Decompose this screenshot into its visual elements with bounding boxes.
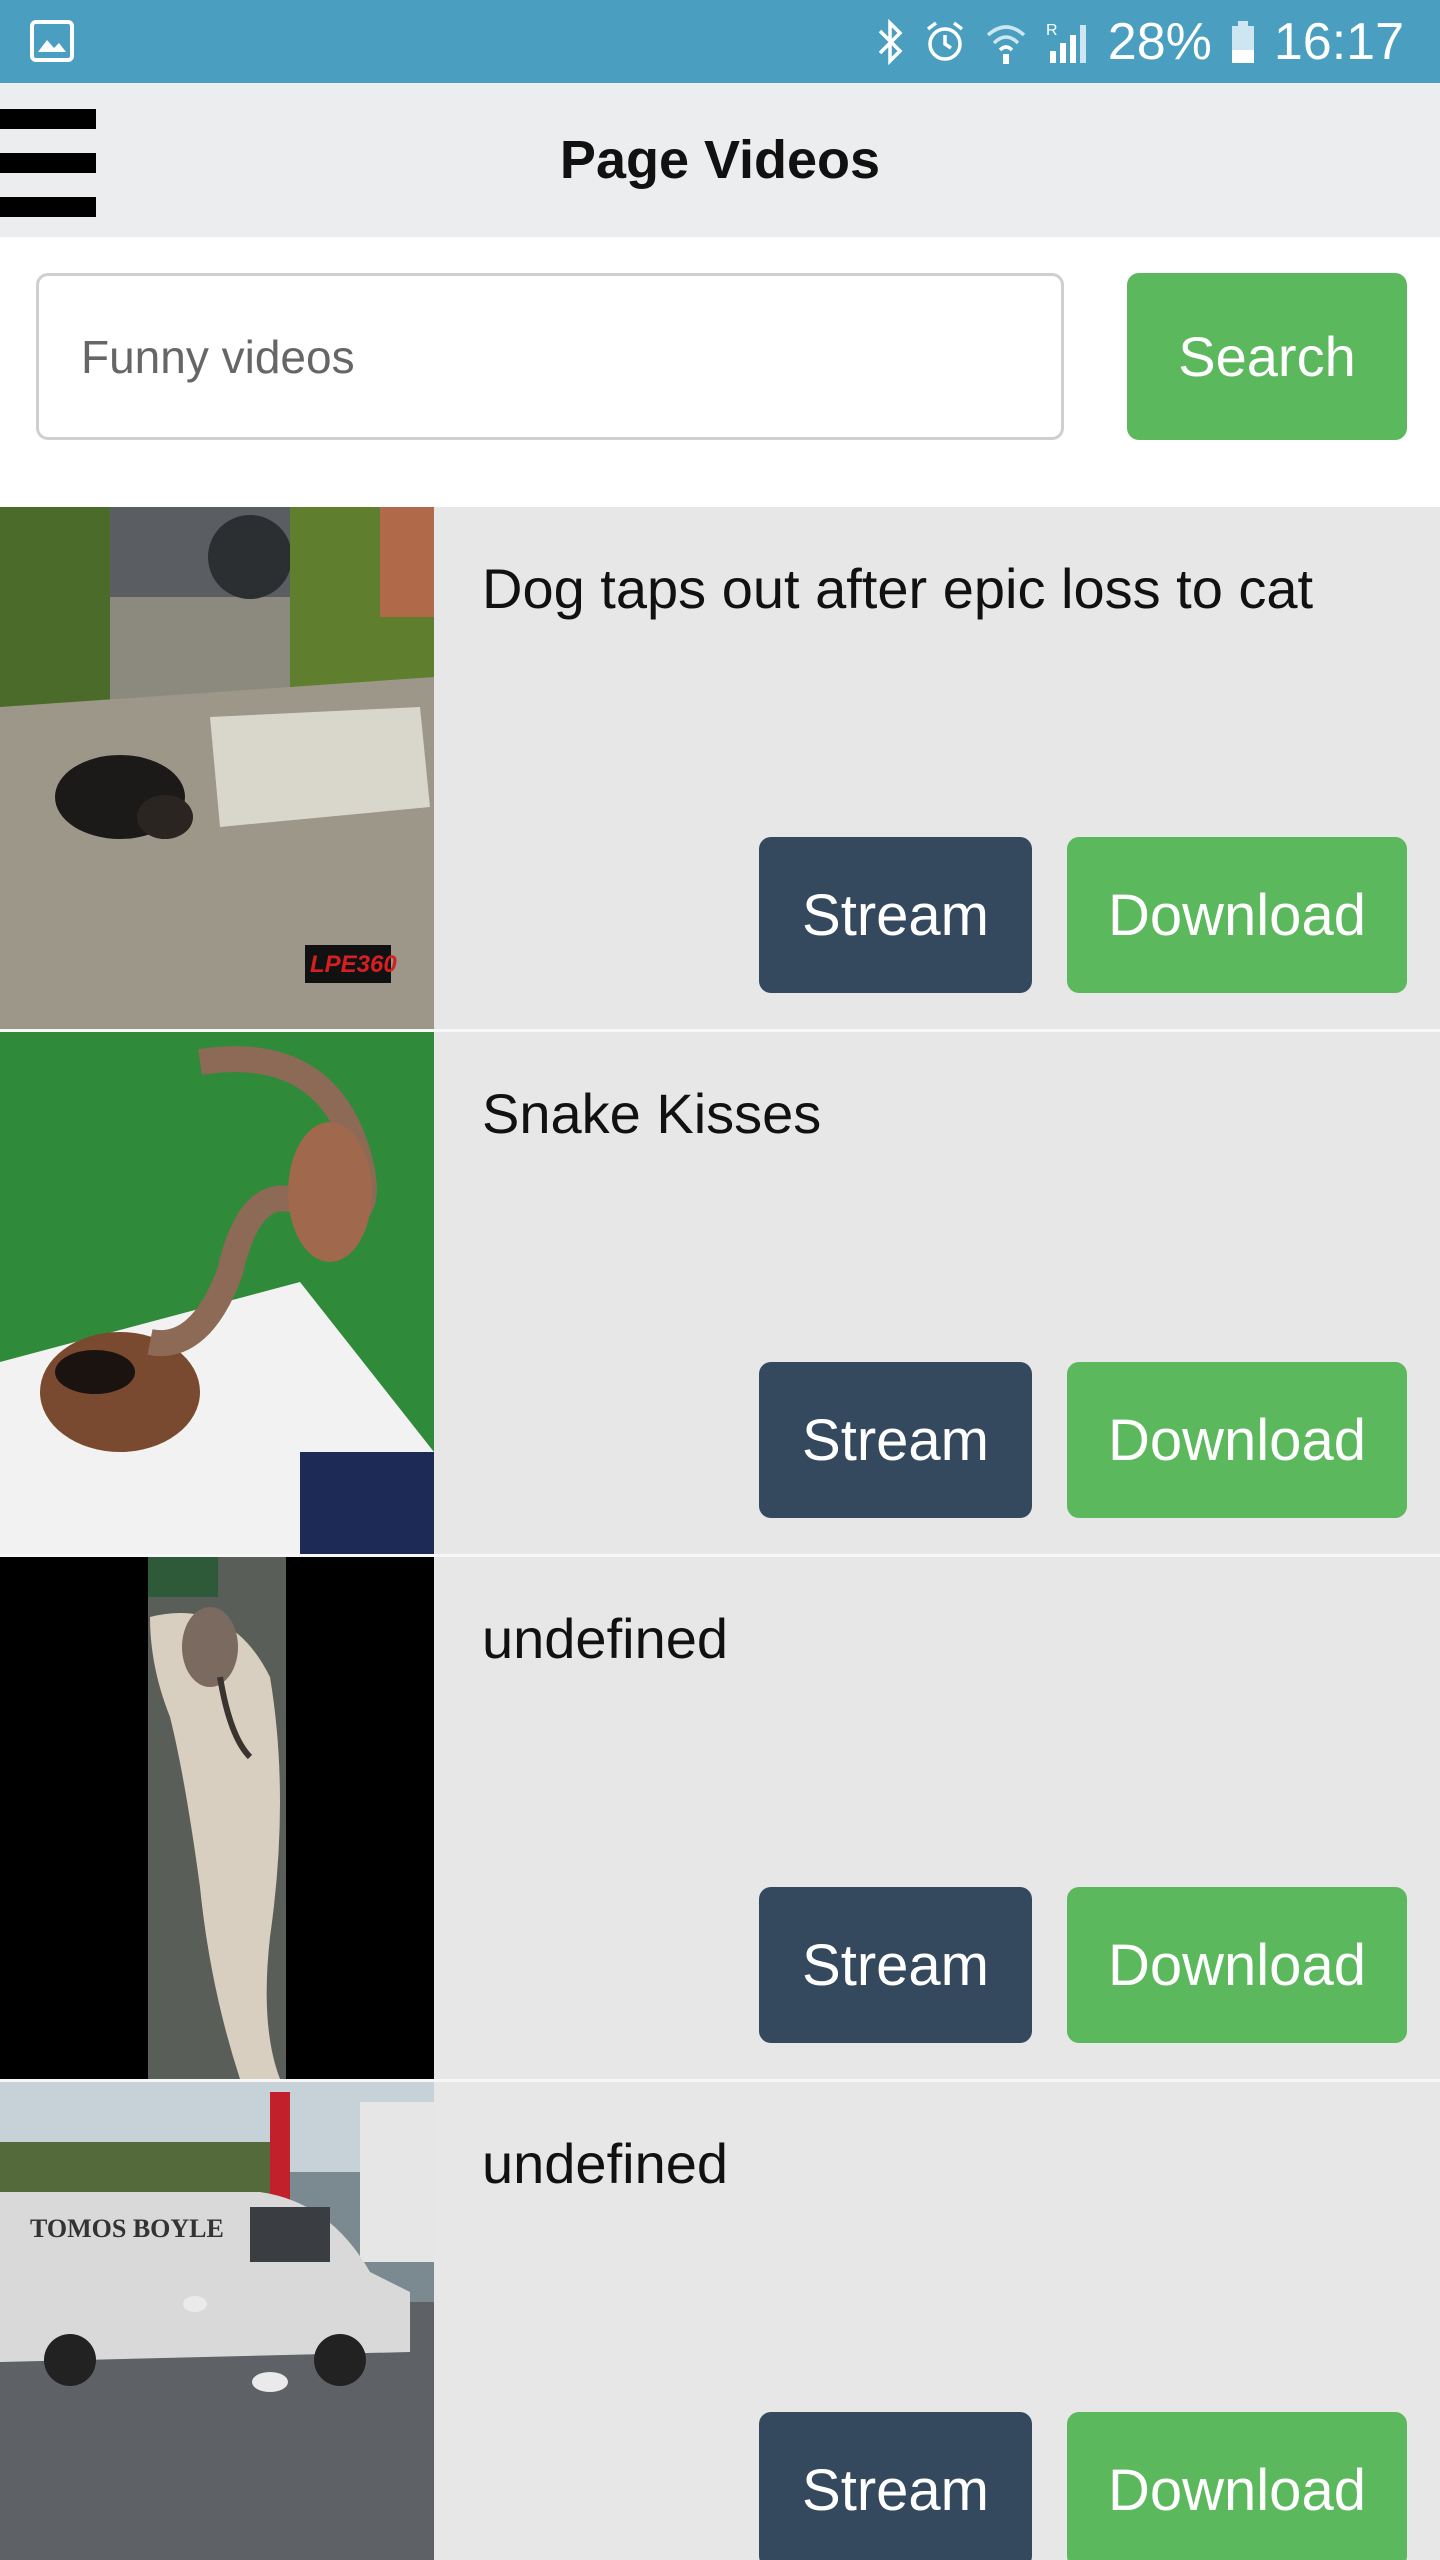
search-input[interactable]: [36, 273, 1064, 440]
download-button[interactable]: Download: [1067, 2412, 1407, 2560]
download-button[interactable]: Download: [1067, 1362, 1407, 1518]
stream-button[interactable]: Stream: [759, 2412, 1032, 2560]
video-title[interactable]: undefined: [482, 1605, 1402, 1672]
video-thumbnail[interactable]: TOMOS BOYLE: [0, 2082, 434, 2560]
video-title[interactable]: undefined: [482, 2130, 1402, 2197]
image-icon: [30, 20, 74, 62]
stream-button[interactable]: Stream: [759, 1362, 1032, 1518]
clock: 16:17: [1273, 12, 1404, 71]
snake-man-thumbnail: [0, 1032, 434, 1554]
search-button[interactable]: Search: [1127, 273, 1407, 440]
video-title[interactable]: Dog taps out after epic loss to cat: [482, 555, 1402, 622]
svg-text:TOMOS BOYLE: TOMOS BOYLE: [30, 2214, 224, 2243]
stream-button[interactable]: Stream: [759, 1887, 1032, 2043]
bluetooth-icon: [876, 18, 906, 65]
video-thumbnail[interactable]: LPE360: [0, 507, 434, 1029]
video-item: Snake Kisses Stream Download: [0, 1032, 1440, 1557]
signal-icon: R: [1046, 19, 1090, 65]
svg-text:R: R: [1046, 22, 1058, 39]
video-item: TOMOS BOYLE undefined Stream Download: [0, 2082, 1440, 2560]
hamburger-menu-icon[interactable]: [0, 109, 96, 217]
app-bar: Page Videos: [0, 83, 1440, 237]
video-thumbnail[interactable]: [0, 1557, 434, 2079]
status-bar: R 28% 16:17: [0, 0, 1440, 83]
battery-icon: [1230, 19, 1256, 65]
wifi-icon: [984, 19, 1028, 65]
video-list: LPE360 Dog taps out after epic loss to c…: [0, 507, 1440, 2560]
video-item: LPE360 Dog taps out after epic loss to c…: [0, 507, 1440, 1032]
download-button[interactable]: Download: [1067, 837, 1407, 993]
battery-percent: 28%: [1107, 12, 1212, 71]
video-thumbnail[interactable]: [0, 1032, 434, 1554]
video-item: undefined Stream Download: [0, 1557, 1440, 2082]
dog-and-cat-thumbnail: LPE360: [0, 507, 434, 1029]
vertical-video-thumbnail: [0, 1557, 434, 2079]
stream-button[interactable]: Stream: [759, 837, 1032, 993]
search-area: Search: [0, 237, 1440, 507]
page-title: Page Videos: [559, 130, 881, 190]
alarm-icon: [924, 19, 966, 65]
video-title[interactable]: Snake Kisses: [482, 1080, 1402, 1147]
download-button[interactable]: Download: [1067, 1887, 1407, 2043]
svg-text:LPE360: LPE360: [310, 951, 397, 978]
status-icons: R 28% 16:17: [876, 0, 1404, 83]
van-street-thumbnail: TOMOS BOYLE: [0, 2082, 434, 2560]
